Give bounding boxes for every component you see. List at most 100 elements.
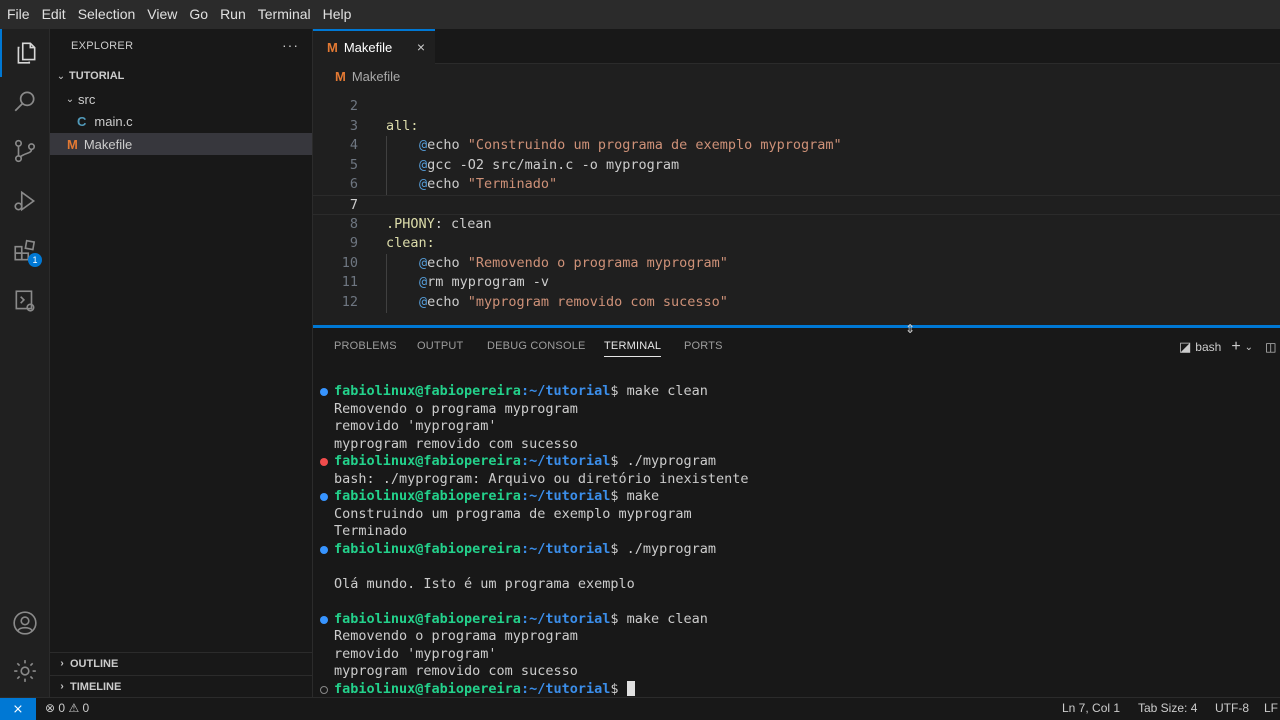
tab-terminal[interactable]: TERMINAL [604,340,662,357]
activity-bar: 1 [0,29,50,697]
terminal-shell-label[interactable]: bash [1195,340,1221,354]
menu-file[interactable]: File [1,0,36,29]
line-number: 10 [341,254,358,271]
menu-edit[interactable]: Edit [36,0,72,29]
line-ending[interactable]: LF [1264,701,1278,715]
search-activity[interactable] [0,77,50,125]
terminal-shell-icon: ◪ [1179,339,1192,354]
terminal-output-line: Removendo o programa myprogram [334,400,578,417]
menu-help[interactable]: Help [317,0,358,29]
code-text: .PHONY: clean [386,215,492,232]
tree-folder-src[interactable]: ⌄ src [50,88,312,110]
warning-icon: ⚠ [68,701,80,715]
terminal-output-line: myprogram removido com sucesso [334,435,578,452]
editor-tabs: M Makefile × [313,29,1280,64]
code-line[interactable]: 11 @rm myprogram -v [313,273,1280,293]
tree-file-main-c[interactable]: C main.c [50,110,312,132]
command-status-dot[interactable] [320,458,328,466]
command-status-dot[interactable] [320,545,328,554]
more-actions-icon[interactable]: ··· [282,37,299,53]
makefile-icon: M [327,40,338,55]
warning-count: 0 [82,701,90,715]
extensions-activity[interactable]: 1 [0,227,50,275]
source-control-activity[interactable] [0,127,50,175]
remote-icon: ⨯ [12,701,24,716]
code-text: @gcc -O2 src/main.c -o myprogram [419,156,680,173]
drag-handle-icon[interactable]: ⇕ [905,322,915,336]
code-editor[interactable]: 2 3 all: 4 @echo "Construindo um programa de… [313,88,1280,325]
indent-guide [386,273,387,293]
cursor-position[interactable]: Ln 7, Col 1 [1062,701,1120,715]
line-number: 5 [349,156,358,173]
code-line[interactable]: 10 @echo "Removendo o programa myprogram" [313,253,1280,274]
menu-go[interactable]: Go [183,0,214,29]
code-line[interactable]: 4 @echo "Construindo um programa de exemp… [313,136,1280,156]
timeline-label: TIMELINE [70,680,122,693]
command-status-dot[interactable] [320,493,328,501]
split-terminal-icon[interactable]: ◫ [1265,340,1276,354]
manage-activity[interactable] [0,647,50,695]
tab-debug-console[interactable]: DEBUG CONSOLE [487,340,586,352]
line-number: 2 [349,98,358,114]
menu-selection[interactable]: Selection [72,0,142,29]
menu-run[interactable]: Run [214,0,252,29]
c-file-icon: C [77,113,87,129]
terminal-prompt-line: fabiolinux@fabiopereira:~/tutorial$ ./my… [334,540,717,557]
tab-output[interactable]: OUTPUT [417,340,463,352]
code-line[interactable]: 7 [313,195,1280,215]
terminal-prompt-line: fabiolinux@fabiopereira:~/tutorial$ ./my… [334,453,717,469]
code-line[interactable]: 3 all: [313,117,1280,137]
code-line[interactable]: 5 @gcc -O2 src/main.c -o myprogram [313,155,1280,176]
tab-makefile[interactable]: M Makefile × [313,29,435,64]
command-status-dot[interactable] [320,685,328,694]
chevron-down-icon[interactable]: ⌄ [1245,342,1253,353]
remote-explorer-activity[interactable] [0,277,50,325]
indent-guide [386,293,387,313]
command-status-dot[interactable] [320,615,328,624]
encoding[interactable]: UTF-8 [1215,701,1249,715]
code-line[interactable]: 12 @echo "myprogram removido com sucesso" [313,293,1280,313]
error-count: 0 [58,701,66,715]
command-status-dot[interactable] [320,388,328,396]
close-icon[interactable]: × [417,39,425,55]
terminal-output-line: removido 'myprogram' [334,418,497,434]
tree-file-label: main.c [94,113,133,129]
code-line[interactable]: 6 @echo "Terminado" [313,175,1280,195]
gear-icon [14,660,36,682]
tree-root-label: TUTORIAL [69,70,125,82]
code-line[interactable]: 9 clean: [313,234,1280,254]
tab-size[interactable]: Tab Size: 4 [1138,701,1197,715]
problems-status[interactable]: ⊗ 0 ⚠ 0 [45,701,89,715]
breadcrumb-item[interactable]: Makefile [352,69,400,84]
code-text: @echo "Removendo o programa myprogram" [419,254,728,271]
line-number: 7 [349,197,358,213]
timeline-section[interactable]: › TIMELINE [50,675,313,697]
accounts-activity[interactable] [0,599,50,647]
terminal-output-line: Olá mundo. Isto é um programa exemplo [334,575,635,592]
tab-problems[interactable]: PROBLEMS [334,340,397,352]
line-number: 9 [349,235,358,252]
menu-view[interactable]: View [141,0,183,29]
explorer-activity[interactable] [0,29,50,77]
line-number: 6 [349,176,358,193]
code-text: @echo "myprogram removido com sucesso" [419,294,728,310]
terminal-cursor [626,681,635,696]
code-text: @echo "Terminado" [419,176,558,193]
files-icon [17,42,36,64]
tree-folder-label: src [78,91,96,107]
account-icon [13,611,37,635]
tab-ports[interactable]: PORTS [684,340,723,352]
tree-file-makefile[interactable]: M Makefile [50,133,312,155]
run-debug-activity[interactable] [0,177,50,225]
code-line[interactable]: 8 .PHONY: clean [313,215,1280,235]
tab-label: Makefile [343,40,393,55]
terminal-output-line: removido 'myprogram' [334,645,497,662]
code-line[interactable]: 2 [313,97,1280,117]
new-terminal-button[interactable]: + [1231,338,1240,356]
remote-indicator[interactable]: ⨯ [0,698,36,720]
terminal-output[interactable]: fabiolinux@fabiopereira:~/tutorial$ make… [313,381,1280,697]
outline-section[interactable]: › OUTLINE [50,652,313,674]
tree-root-tutorial[interactable]: ⌄ TUTORIAL [50,65,312,87]
chevron-right-icon: › [60,658,64,669]
menu-terminal[interactable]: Terminal [252,0,317,29]
